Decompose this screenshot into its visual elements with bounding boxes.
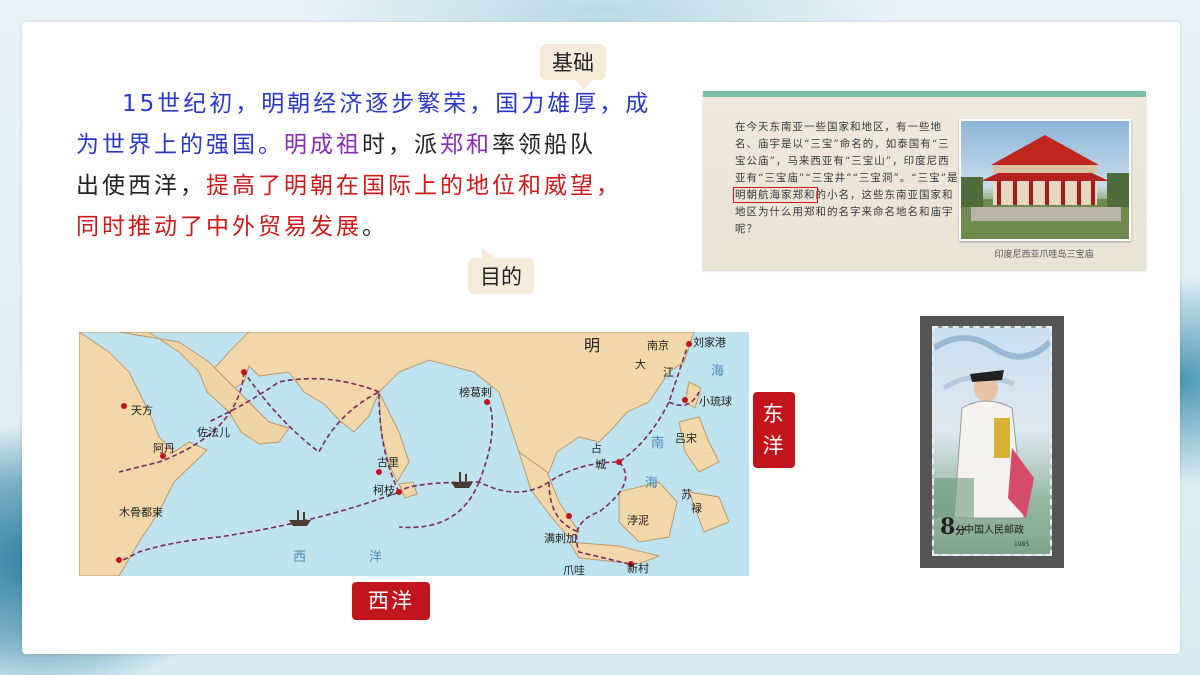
- ship-icon-1: [289, 510, 311, 526]
- map-label-xiaoliuqiu: 小琉球: [699, 395, 732, 408]
- passage-plain-text-2: 率领船队: [492, 132, 596, 158]
- east-ocean-tag: 东洋: [753, 392, 795, 468]
- passage-zhenghe-name: 郑和: [440, 132, 492, 158]
- passage-plain-text-3: 出使西洋，: [76, 173, 206, 199]
- zhenghe-stamp: 8分 中国人民邮政 1985: [920, 316, 1064, 568]
- map-label-adan: 阿丹: [153, 442, 175, 455]
- tag-purpose-bubble: 目的: [468, 248, 534, 294]
- passage-period: 。: [362, 214, 388, 240]
- map-label-west: 西: [293, 550, 309, 565]
- map-label-east-sea: 海: [711, 364, 727, 379]
- excerpt-highlight: 明朝航海家郑和: [733, 187, 818, 203]
- temple-caption: 印度尼西亚爪哇岛三宝庙: [994, 250, 1094, 260]
- tag-basic-bubble: 基础: [540, 44, 606, 90]
- map-drawing: [79, 332, 730, 576]
- passage-trade-text: 同时推动了中外贸易发展: [76, 214, 362, 240]
- ship-icon-2: [451, 472, 473, 488]
- map-label-kezhi: 柯枝: [373, 484, 395, 497]
- stamp-face: 8分 中国人民邮政 1985: [932, 326, 1052, 556]
- excerpt-text: 在今天东南亚一些国家和地区，有一些地名、庙宇是以“三宝”命名的，如泰国有“三宝公…: [733, 119, 960, 238]
- map-label-xincun: 新村: [627, 562, 649, 575]
- passage-plain-text: 时，派: [362, 132, 440, 158]
- passage-background-text: 15世纪初，明朝经济逐步繁荣，国力雄厚，: [122, 91, 626, 117]
- map-label-zhan: 占: [591, 442, 602, 455]
- stamp-year: 1985: [1014, 541, 1030, 548]
- passage-emperor-name: 明成祖: [284, 132, 362, 158]
- map-label-cheng: 城: [595, 458, 606, 471]
- excerpt-text-before: 在今天东南亚一些国家和地区，有一些地名、庙宇是以“三宝”命名的，如泰国有“三宝公…: [735, 121, 959, 184]
- textbook-excerpt-image: 在今天东南亚一些国家和地区，有一些地名、庙宇是以“三宝”命名的，如泰国有“三宝公…: [703, 91, 1146, 270]
- passage-purpose-text: 提高了明朝在国际上的地位和威望，: [206, 173, 622, 199]
- map-label-banggela: 榜葛剌: [459, 386, 492, 399]
- map-label-zuofaer: 佐法儿: [197, 426, 230, 439]
- stamp-country: 中国人民邮政: [964, 525, 1024, 536]
- map-label-liujiagang: 刘家港: [693, 336, 726, 349]
- map-label-da: 大: [635, 358, 646, 371]
- map-label-south-sea: 海: [645, 476, 661, 491]
- map-label-nanjing: 南京: [647, 339, 669, 352]
- zhenghe-voyage-map: 明 南京 刘家港 大 江 海 小琉球 天方 佐法儿 阿丹 榜葛剌 占 城 吕宋 …: [79, 332, 749, 576]
- stamp-value-number: 8: [940, 514, 956, 540]
- map-label-mugudushu: 木骨都束: [119, 506, 163, 519]
- map-label-boni: 浡泥: [627, 514, 649, 527]
- map-label-south: 南: [651, 436, 667, 451]
- map-label-tianfang: 天方: [131, 404, 153, 417]
- map-label-guli: 古里: [377, 456, 399, 469]
- map-label-jiang: 江: [663, 366, 674, 379]
- map-label-lu: 禄: [691, 502, 702, 515]
- west-ocean-tag: 西洋: [352, 582, 430, 620]
- map-label-manlajia: 满刺加: [544, 532, 577, 545]
- temple-photo: [959, 119, 1131, 241]
- map-label-ming: 明: [584, 336, 601, 355]
- stamp-value: 8分: [940, 514, 965, 540]
- map-label-ocean: 洋: [369, 550, 385, 565]
- map-label-lvsong: 吕宋: [675, 432, 697, 445]
- main-passage: 15世纪初，明朝经济逐步繁荣，国力雄厚，成为世界上的强国。明成祖时，派郑和率领船…: [76, 84, 676, 248]
- temple-illustration: [961, 135, 1129, 239]
- map-label-zhuawa: 爪哇: [563, 564, 585, 576]
